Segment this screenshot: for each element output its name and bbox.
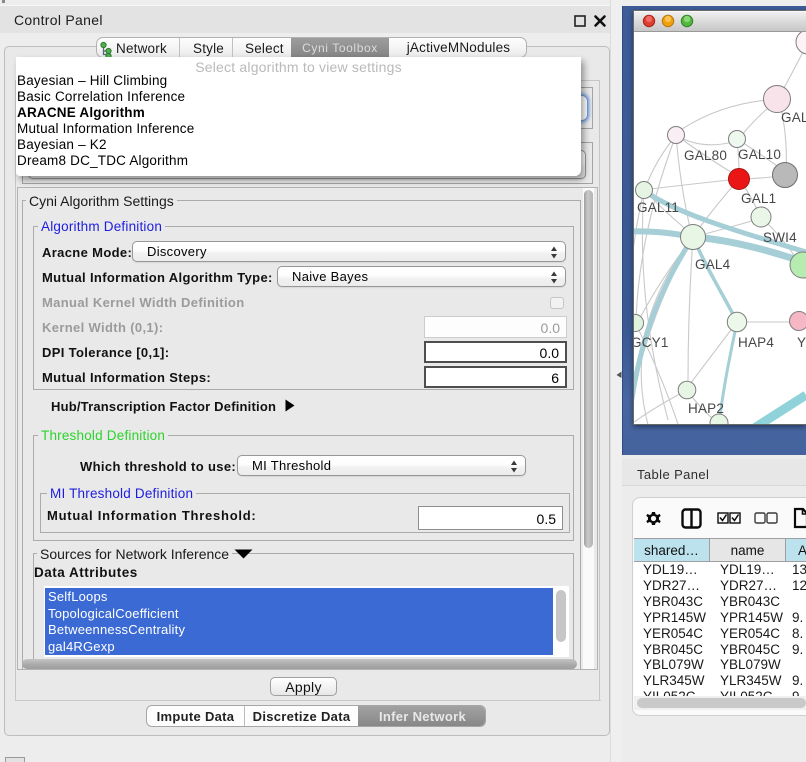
svg-text:HAP2: HAP2	[688, 401, 724, 416]
svg-text:GAL4: GAL4	[695, 257, 731, 272]
svg-text:GAL1: GAL1	[741, 191, 776, 206]
svg-text:GAL2: GAL2	[781, 110, 806, 125]
svg-text:GAL10: GAL10	[738, 147, 781, 162]
svg-text:SWI4: SWI4	[763, 230, 797, 245]
svg-text:Y: Y	[797, 335, 806, 350]
svg-text:GAL80: GAL80	[684, 148, 727, 163]
svg-text:GCY1: GCY1	[634, 335, 669, 350]
svg-text:GAL11: GAL11	[637, 200, 679, 215]
svg-text:HAP4: HAP4	[738, 335, 774, 350]
